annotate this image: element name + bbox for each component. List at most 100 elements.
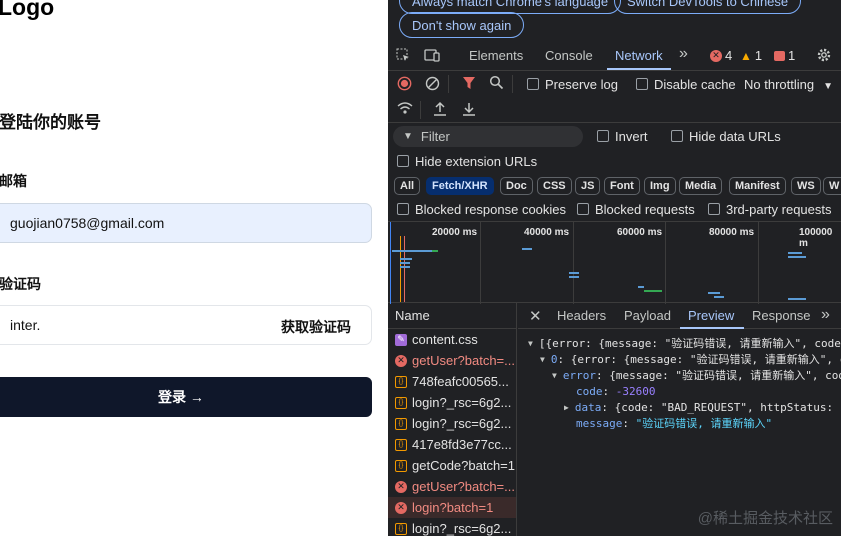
tab-response[interactable]: Response [752, 308, 811, 323]
filter-chip-media[interactable]: Media [679, 177, 723, 195]
timeline-request-bar [644, 290, 662, 292]
inspect-element-icon[interactable] [396, 48, 411, 63]
tab-preview[interactable]: Preview [688, 308, 734, 323]
expanded-triangle-icon: ▼ [528, 338, 533, 348]
close-detail-icon[interactable]: ✕ [529, 307, 542, 325]
blocked-requests-checkbox[interactable]: Blocked requests [577, 202, 695, 217]
tab-payload[interactable]: Payload [624, 308, 671, 323]
login-button[interactable]: 登录 → [0, 377, 372, 417]
tab-elements[interactable]: Elements [469, 48, 523, 63]
throttling-select[interactable]: No throttling ▼ [744, 77, 833, 92]
timeline-label: 80000 ms [709, 227, 755, 238]
request-row[interactable]: {} 417e8fd3e77cc... [388, 434, 516, 455]
timeline-gridline [665, 222, 666, 304]
expanded-triangle-icon: ▼ [540, 354, 545, 364]
xhr-braces-icon: {} [395, 459, 407, 472]
verification-code-label: 验证码 [0, 276, 41, 292]
xhr-braces-icon: {} [395, 417, 407, 430]
request-row[interactable]: ✕ getUser?batch=... [388, 476, 516, 497]
import-har-icon[interactable] [433, 101, 447, 116]
request-name: login?_rsc=6g2... [412, 416, 512, 431]
network-toolbar-secondary [388, 97, 841, 123]
network-timeline-overview[interactable]: 20000 ms 40000 ms 60000 ms 80000 ms 1000… [388, 221, 841, 304]
request-row[interactable]: {} login?_rsc=6g2... [388, 518, 516, 536]
filter-chip-fetch-xhr[interactable]: Fetch/XHR [426, 177, 494, 195]
load-event-marker [404, 236, 405, 302]
filter-input[interactable]: ▼ Filter [393, 126, 583, 147]
toolbar-divider [420, 101, 421, 119]
filter-chip-font[interactable]: Font [604, 177, 640, 195]
more-tabs-button[interactable]: » [679, 45, 688, 63]
filter-chip-js[interactable]: JS [575, 177, 601, 195]
switch-chinese-button[interactable]: Switch DevTools to Chinese [614, 0, 802, 14]
name-column-header[interactable]: Name [388, 303, 516, 329]
xhr-braces-icon: {} [395, 375, 407, 388]
filter-chip-img[interactable]: Img [644, 177, 676, 195]
active-detail-tab-indicator [680, 327, 744, 329]
verification-code-value: inter. [10, 317, 41, 333]
network-toolbar: Preserve log Disable cache No throttling… [388, 71, 841, 97]
email-field[interactable]: guojian0758@gmail.com [0, 203, 372, 243]
request-name: login?batch=1 [412, 500, 494, 515]
tab-console[interactable]: Console [545, 48, 593, 63]
request-name: login?_rsc=6g2... [412, 395, 512, 410]
request-name: getCode?batch=1 [412, 458, 516, 473]
preserve-log-checkbox[interactable]: Preserve log [527, 77, 618, 92]
search-icon[interactable] [489, 75, 504, 90]
timeline-request-bar [788, 298, 806, 300]
preview-error-line[interactable]: ▼ error: {message: "验证码错误, 请重新输入", cod [552, 367, 841, 383]
issues-count-badge[interactable]: 1 [774, 48, 795, 63]
more-detail-tabs-button[interactable]: » [821, 306, 830, 324]
request-row[interactable]: ✕ login?batch=1 [388, 497, 516, 518]
email-label: 邮箱 [0, 173, 27, 189]
request-row[interactable]: {} getCode?batch=1 [388, 455, 516, 476]
preview-root-line[interactable]: ▼ [{error: {message: "验证码错误, 请重新输入", cod… [528, 335, 841, 351]
xhr-braces-icon: {} [395, 396, 407, 409]
get-code-button[interactable]: 获取验证码 [281, 317, 351, 337]
error-icon: ✕ [395, 480, 407, 493]
filter-chip-css[interactable]: CSS [537, 177, 572, 195]
timeline-request-bar [400, 266, 410, 268]
devtools-tab-bar: Elements Console Network » ✕ 4 ▲ 1 1 [388, 42, 841, 71]
request-row[interactable]: {} login?_rsc=6g2... [388, 413, 516, 434]
record-icon[interactable] [397, 76, 412, 91]
export-har-icon[interactable] [462, 101, 476, 116]
third-party-requests-checkbox[interactable]: 3rd-party requests [708, 202, 832, 217]
request-row[interactable]: {} 748feafc00565... [388, 371, 516, 392]
devtools-panel: Always match Chrome's language Switch De… [388, 0, 841, 536]
warning-count-badge[interactable]: ▲ 1 [740, 48, 762, 63]
settings-gear-icon[interactable] [816, 47, 832, 63]
collapsed-triangle-icon: ▶ [564, 402, 569, 412]
dont-show-again-button[interactable]: Don't show again [399, 12, 525, 38]
request-row[interactable]: ✎ content.css [388, 329, 516, 350]
dom-content-loaded-marker [400, 236, 401, 302]
timeline-request-bar [569, 276, 579, 278]
timeline-gridline [480, 222, 481, 304]
preview-item-0-line[interactable]: ▼ 0: {error: {message: "验证码错误, 请重新输入", c [540, 351, 841, 367]
hide-extension-urls-checkbox[interactable]: Hide extension URLs [397, 154, 537, 169]
hide-data-urls-checkbox[interactable]: Hide data URLs [671, 129, 781, 144]
clear-icon[interactable] [425, 76, 440, 91]
logo[interactable]: Logo [0, 0, 54, 21]
page-title: 登陆你的账号 [0, 113, 101, 132]
filter-chip-all[interactable]: All [394, 177, 421, 195]
filter-chip-wasm[interactable]: W [823, 177, 841, 195]
preview-data-line[interactable]: ▶ data: {code: "BAD_REQUEST", httpStatus… [564, 399, 833, 415]
device-toolbar-icon[interactable] [424, 48, 441, 63]
network-conditions-wifi-icon[interactable] [397, 101, 413, 115]
filter-chip-doc[interactable]: Doc [500, 177, 533, 195]
disable-cache-checkbox[interactable]: Disable cache [636, 77, 736, 92]
blocked-response-cookies-checkbox[interactable]: Blocked response cookies [397, 202, 566, 217]
filter-chip-manifest[interactable]: Manifest [729, 177, 786, 195]
verification-code-field[interactable]: inter. 获取验证码 [0, 305, 372, 345]
filter-chip-ws[interactable]: WS [791, 177, 821, 195]
request-row[interactable]: {} login?_rsc=6g2... [388, 392, 516, 413]
request-row[interactable]: ✕ getUser?batch=... [388, 350, 516, 371]
tab-headers[interactable]: Headers [557, 308, 606, 323]
timeline-label: 40000 ms [524, 227, 570, 238]
invert-checkbox[interactable]: Invert [597, 129, 648, 144]
tab-network[interactable]: Network [615, 48, 663, 63]
filter-funnel-icon[interactable] [462, 76, 476, 90]
error-icon: ✕ [710, 49, 722, 62]
error-count-badge[interactable]: ✕ 4 [710, 48, 732, 63]
